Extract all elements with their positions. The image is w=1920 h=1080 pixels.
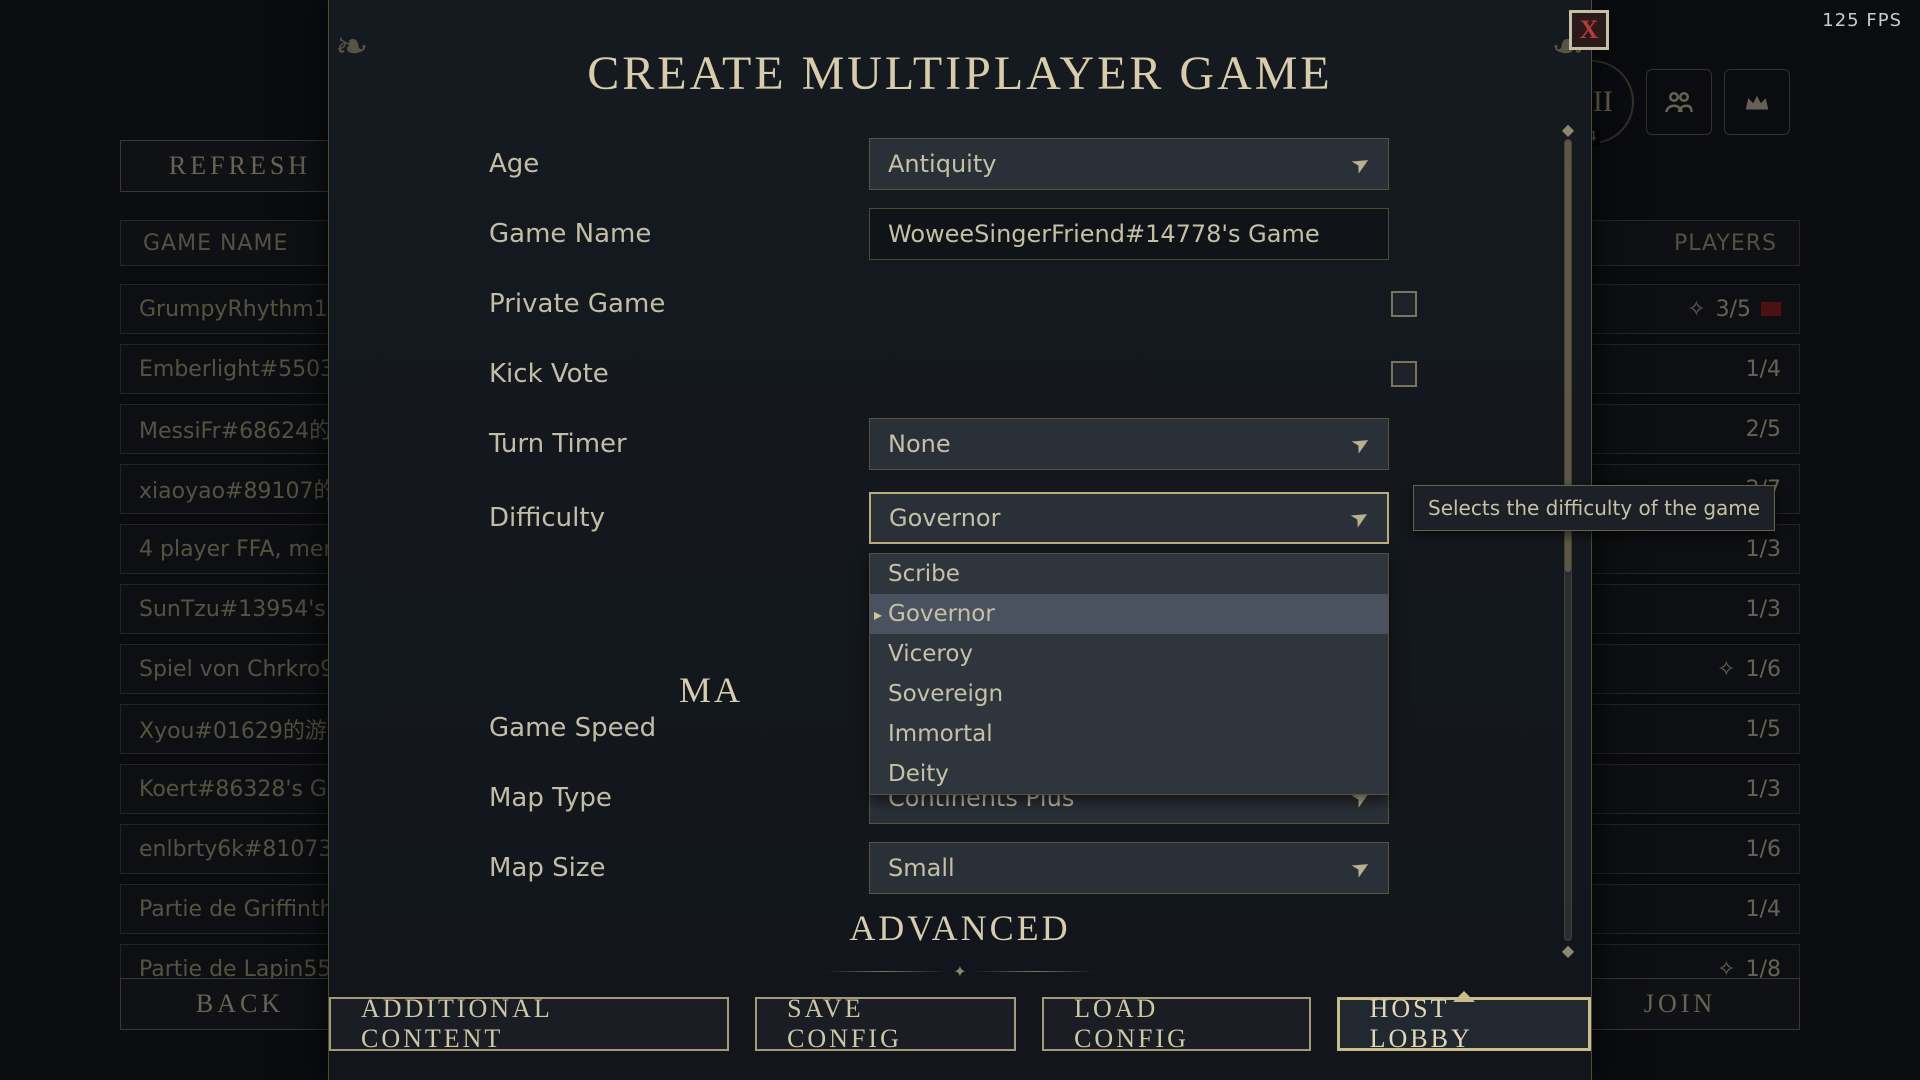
- difficulty-option[interactable]: Deity: [870, 754, 1388, 794]
- chevron-down-icon: ➤: [1347, 429, 1375, 460]
- lobby-row-name: MessiFr#68624的游: [139, 413, 353, 445]
- difficulty-option[interactable]: Immortal: [870, 714, 1388, 754]
- crown-icon[interactable]: [1724, 69, 1790, 135]
- refresh-button[interactable]: REFRESH: [120, 140, 360, 192]
- crossplay-icon: ✧: [1717, 657, 1735, 682]
- ornament-divider-icon: ✦: [489, 957, 1431, 985]
- game-name-input[interactable]: WoweeSingerFriend#14778's Game: [869, 208, 1389, 260]
- fps-counter: 125 FPS: [1822, 10, 1902, 31]
- lobby-row-players: 1/3: [1746, 597, 1781, 622]
- difficulty-option[interactable]: Scribe: [870, 554, 1388, 594]
- chevron-down-icon: ➤: [1347, 149, 1375, 180]
- report-flag-icon: [1761, 302, 1781, 316]
- col-game-name: GAME NAME: [143, 231, 288, 256]
- age-value: Antiquity: [888, 150, 996, 178]
- difficulty-dropdown[interactable]: ScribeGovernorViceroySovereignImmortalDe…: [869, 553, 1389, 795]
- save-config-button[interactable]: SAVE CONFIG: [755, 997, 1016, 1051]
- difficulty-value: Governor: [889, 504, 1000, 532]
- create-game-modal: ❧ ❧ X CREATE MULTIPLAYER GAME ◆ ◆ Age An…: [328, 0, 1592, 1080]
- close-button[interactable]: X: [1569, 10, 1609, 50]
- lobby-row-name: GrumpyRhythm123: [139, 297, 356, 322]
- label-private: Private Game: [489, 289, 869, 319]
- lobby-row-players: ✧3/5: [1687, 297, 1781, 322]
- label-game-name: Game Name: [489, 219, 869, 249]
- crossplay-icon: ✧: [1717, 957, 1735, 982]
- col-players: PLAYERS: [1674, 231, 1777, 256]
- lobby-row-players: 2/5: [1746, 417, 1781, 442]
- lobby-row-name: Xyou#01629的游戏: [139, 713, 349, 745]
- timer-value: None: [888, 430, 951, 458]
- kick-vote-checkbox[interactable]: [1391, 361, 1417, 387]
- label-speed: Game Speed: [489, 713, 869, 743]
- ornament-corner-icon: ❧: [335, 28, 375, 68]
- lobby-row-players: 1/5: [1746, 717, 1781, 742]
- turn-timer-select[interactable]: None ➤: [869, 418, 1389, 470]
- modal-title: CREATE MULTIPLAYER GAME: [329, 46, 1591, 101]
- difficulty-option[interactable]: Governor: [870, 594, 1388, 634]
- difficulty-option[interactable]: Sovereign: [870, 674, 1388, 714]
- private-game-checkbox[interactable]: [1391, 291, 1417, 317]
- lobby-row-players: 1/6: [1746, 837, 1781, 862]
- chevron-down-icon: ➤: [1346, 503, 1374, 534]
- map-size-select[interactable]: Small ➤: [869, 842, 1389, 894]
- label-kick: Kick Vote: [489, 359, 869, 389]
- friends-icon[interactable]: [1646, 69, 1712, 135]
- map-size-value: Small: [888, 854, 955, 882]
- game-name-value: WoweeSingerFriend#14778's Game: [888, 220, 1320, 248]
- additional-content-button[interactable]: ADDITIONAL CONTENT: [329, 997, 729, 1051]
- lobby-row-name: enlbrty6k#81073's: [139, 837, 350, 862]
- crossplay-icon: ✧: [1687, 297, 1705, 322]
- map-heading: MA: [679, 669, 743, 711]
- difficulty-option[interactable]: Viceroy: [870, 634, 1388, 674]
- host-lobby-button[interactable]: HOST LOBBY: [1337, 997, 1591, 1051]
- advanced-heading: ADVANCED: [489, 907, 1431, 949]
- label-age: Age: [489, 149, 869, 179]
- lobby-row-players: 1/3: [1746, 777, 1781, 802]
- lobby-row-name: xiaoyao#89107的游: [139, 473, 357, 505]
- load-config-button[interactable]: LOAD CONFIG: [1042, 997, 1311, 1051]
- lobby-row-players: 1/4: [1746, 897, 1781, 922]
- back-button[interactable]: BACK: [120, 978, 360, 1030]
- label-difficulty: Difficulty: [489, 503, 869, 533]
- label-map-size: Map Size: [489, 853, 869, 883]
- lobby-row-players: ✧1/8: [1717, 957, 1781, 982]
- join-button[interactable]: JOIN: [1560, 978, 1800, 1030]
- lobby-row-players: 1/4: [1746, 357, 1781, 382]
- lobby-row-players: ✧1/6: [1717, 657, 1781, 682]
- difficulty-select[interactable]: Governor ➤: [869, 492, 1389, 544]
- label-map-type: Map Type: [489, 783, 869, 813]
- label-timer: Turn Timer: [489, 429, 869, 459]
- difficulty-tooltip: Selects the difficulty of the game: [1413, 485, 1775, 531]
- lobby-row-players: 1/3: [1746, 537, 1781, 562]
- chevron-down-icon: ➤: [1347, 853, 1375, 884]
- lobby-row-name: 4 player FFA, meme: [139, 537, 358, 562]
- age-select[interactable]: Antiquity ➤: [869, 138, 1389, 190]
